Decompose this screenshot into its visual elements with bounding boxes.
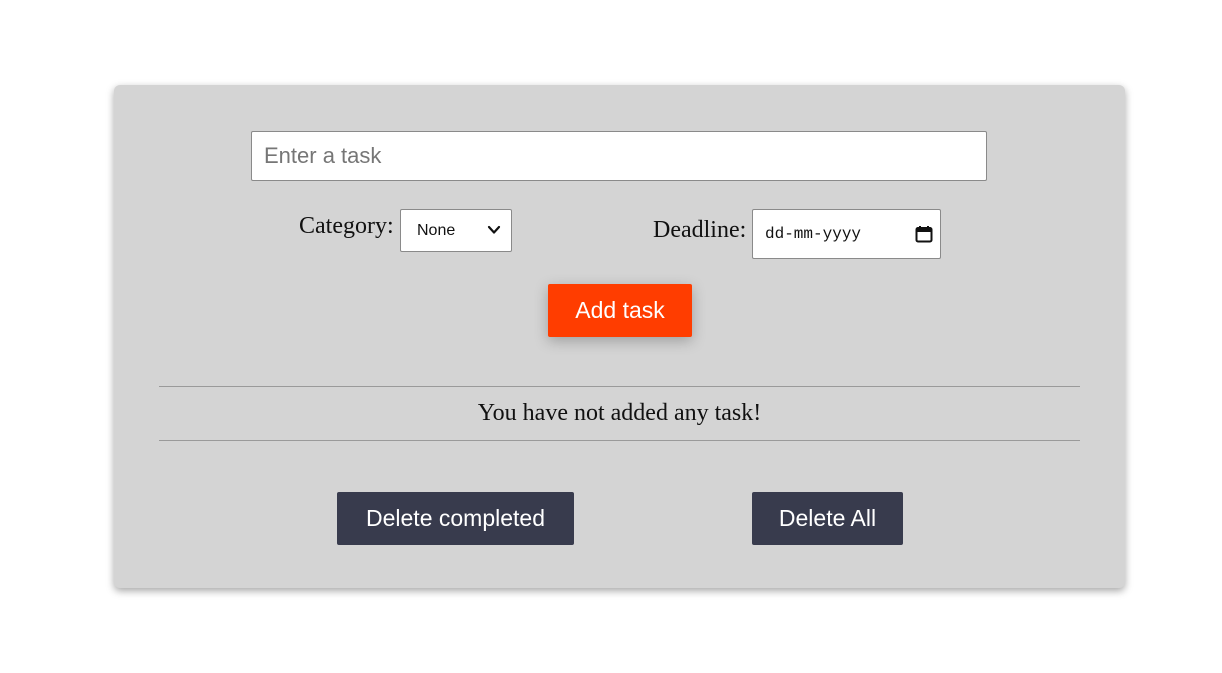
deadline-label: Deadline: — [653, 217, 747, 243]
empty-task-message: You have not added any task! — [477, 400, 762, 426]
category-select[interactable]: None — [400, 209, 512, 252]
category-selected-value: None — [417, 221, 456, 239]
todo-card: Category: None Deadline: dd-mm-yyyy Add … — [114, 85, 1125, 588]
delete-all-button[interactable]: Delete All — [752, 492, 903, 545]
delete-completed-button[interactable]: Delete completed — [337, 492, 574, 545]
deadline-date-input[interactable]: dd-mm-yyyy — [752, 209, 941, 259]
list-top-divider — [159, 386, 1080, 387]
task-input[interactable] — [251, 131, 987, 181]
add-task-button[interactable]: Add task — [548, 284, 692, 337]
deadline-placeholder: dd-mm-yyyy — [765, 225, 862, 243]
category-label: Category: — [299, 213, 394, 239]
chevron-down-icon — [487, 225, 501, 234]
list-bottom-divider — [159, 440, 1080, 441]
calendar-icon[interactable] — [915, 225, 933, 243]
